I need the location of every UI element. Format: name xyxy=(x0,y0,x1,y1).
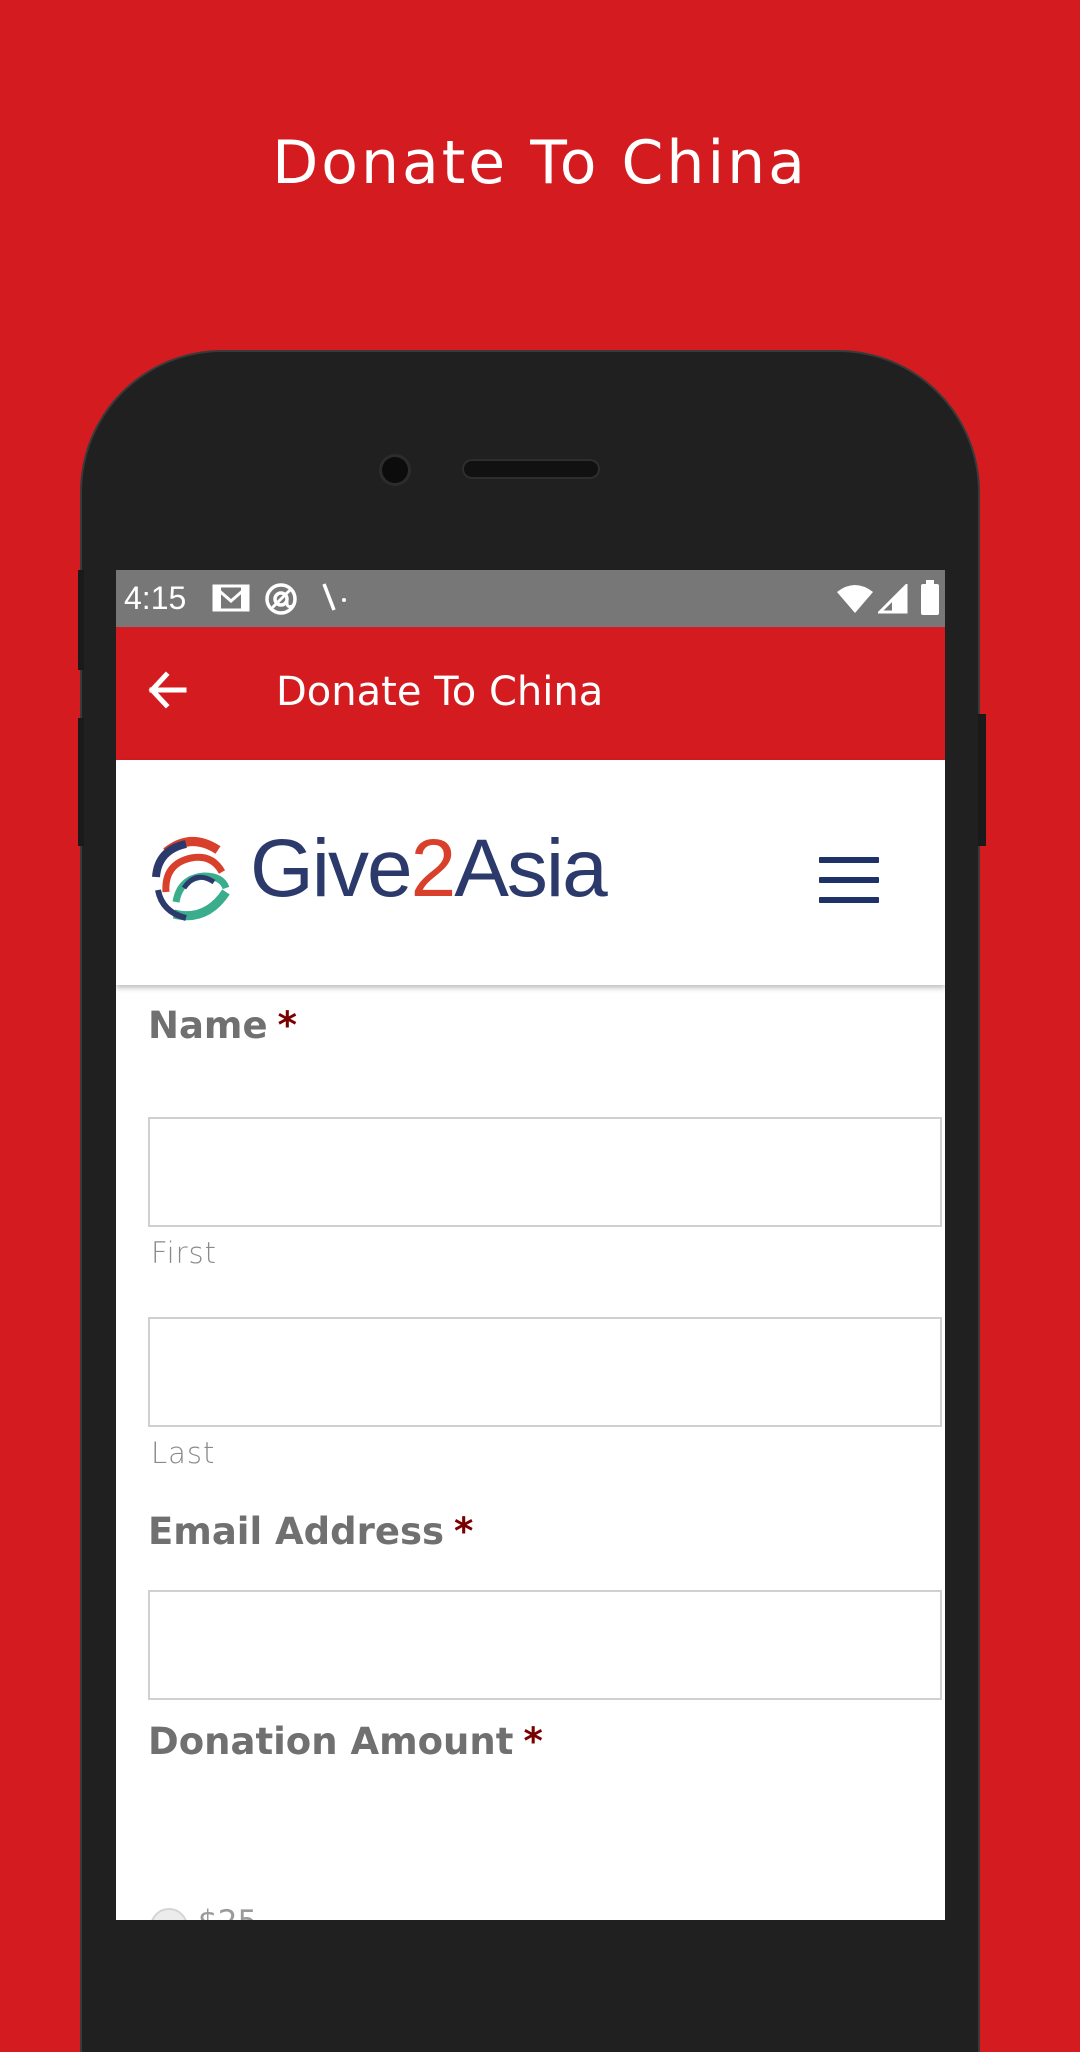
last-name-input[interactable] xyxy=(148,1317,942,1427)
app-bar: Donate To China xyxy=(116,627,945,760)
email-input[interactable] xyxy=(148,1590,942,1700)
app-bar-title: Donate To China xyxy=(276,669,604,715)
donation-radio-25[interactable] xyxy=(150,1908,188,1920)
donation-amount-label: Donation Amount * xyxy=(148,1720,543,1763)
site-header: Give2Asia xyxy=(116,760,945,985)
promo-title: Donate To China xyxy=(272,128,808,198)
at-sign-icon xyxy=(265,583,297,615)
name-label: Name * xyxy=(148,1004,297,1047)
logo-number: 2 xyxy=(410,823,457,914)
hamburger-menu-icon[interactable] xyxy=(819,857,879,905)
status-time: 4:15 xyxy=(124,580,187,616)
signal-glyph-icon xyxy=(322,583,346,611)
last-sublabel: Last xyxy=(151,1436,216,1470)
logo-prefix: Give xyxy=(250,823,413,914)
required-mark: * xyxy=(523,1720,543,1763)
phone-volume-button-left xyxy=(78,718,84,846)
phone-screen: 4:15 Donate To China Give2Asia Name * Fi… xyxy=(116,570,945,1920)
give2asia-logo-text[interactable]: Give2Asia xyxy=(250,828,608,910)
email-label: Email Address * xyxy=(148,1510,474,1553)
status-bar: 4:15 xyxy=(116,570,945,627)
required-mark: * xyxy=(454,1510,474,1553)
cell-signal-icon xyxy=(878,584,908,614)
arrow-left-icon[interactable] xyxy=(144,665,194,715)
battery-icon xyxy=(921,580,939,615)
logo-suffix: Asia xyxy=(454,823,608,914)
phone-power-button-right xyxy=(978,714,986,846)
front-camera xyxy=(382,457,408,483)
required-mark: * xyxy=(277,1004,297,1047)
earpiece-speaker xyxy=(464,461,598,477)
first-name-input[interactable] xyxy=(148,1117,942,1227)
phone-side-button-left xyxy=(78,570,84,670)
first-sublabel: First xyxy=(151,1236,218,1270)
wifi-icon xyxy=(837,585,873,613)
donation-option-label[interactable]: $25 xyxy=(198,1904,257,1920)
gmail-icon xyxy=(212,584,250,612)
give2asia-logo-icon[interactable] xyxy=(146,832,236,922)
